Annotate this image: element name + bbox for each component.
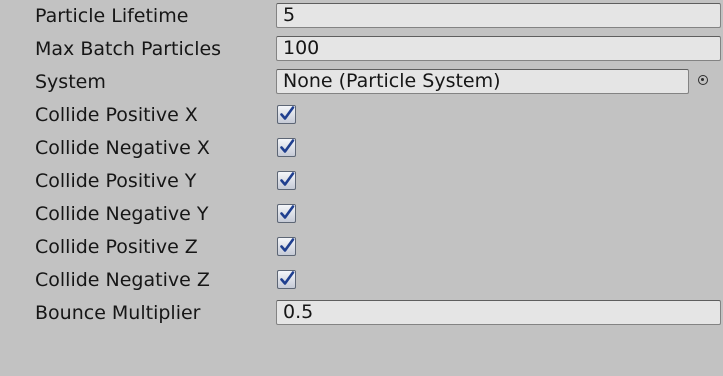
collide-negative-x-checkbox[interactable]: [277, 138, 296, 157]
inspector-panel: Particle Lifetime 5 Max Batch Particles …: [0, 0, 723, 376]
collide-negative-z-checkbox[interactable]: [277, 270, 296, 289]
particle-lifetime-row: Particle Lifetime 5: [0, 0, 723, 34]
bounce-multiplier-label: Bounce Multiplier: [35, 302, 201, 324]
collide-negative-y-row: Collide Negative Y: [0, 198, 723, 232]
object-picker-icon[interactable]: [698, 75, 708, 85]
system-label: System: [35, 71, 106, 93]
max-batch-particles-row: Max Batch Particles 100: [0, 33, 723, 67]
bounce-multiplier-row: Bounce Multiplier 0.5: [0, 297, 723, 331]
collide-positive-y-checkbox[interactable]: [277, 171, 296, 190]
collide-positive-y-row: Collide Positive Y: [0, 165, 723, 199]
checkmark-icon: [280, 205, 295, 219]
collide-positive-x-checkbox[interactable]: [277, 105, 296, 124]
collide-positive-y-label: Collide Positive Y: [35, 170, 197, 192]
collide-positive-z-label: Collide Positive Z: [35, 236, 198, 258]
bounce-multiplier-field[interactable]: 0.5: [276, 300, 721, 325]
collide-positive-x-label: Collide Positive X: [35, 104, 198, 126]
collide-negative-z-row: Collide Negative Z: [0, 264, 723, 298]
particle-lifetime-label: Particle Lifetime: [35, 5, 189, 27]
max-batch-particles-label: Max Batch Particles: [35, 38, 222, 60]
checkmark-icon: [280, 139, 295, 153]
collide-negative-y-checkbox[interactable]: [277, 204, 296, 223]
system-row: System None (Particle System): [0, 66, 723, 100]
collide-negative-z-label: Collide Negative Z: [35, 269, 210, 291]
collide-negative-x-row: Collide Negative X: [0, 132, 723, 166]
collide-positive-z-row: Collide Positive Z: [0, 231, 723, 265]
checkmark-icon: [280, 106, 295, 120]
system-object-field[interactable]: None (Particle System): [276, 69, 689, 94]
max-batch-particles-field[interactable]: 100: [276, 36, 721, 61]
collide-positive-z-checkbox[interactable]: [277, 237, 296, 256]
collide-positive-x-row: Collide Positive X: [0, 99, 723, 133]
particle-lifetime-field[interactable]: 5: [276, 3, 721, 28]
checkmark-icon: [280, 238, 295, 252]
checkmark-icon: [280, 172, 295, 186]
collide-negative-x-label: Collide Negative X: [35, 137, 210, 159]
checkmark-icon: [280, 271, 295, 285]
collide-negative-y-label: Collide Negative Y: [35, 203, 209, 225]
